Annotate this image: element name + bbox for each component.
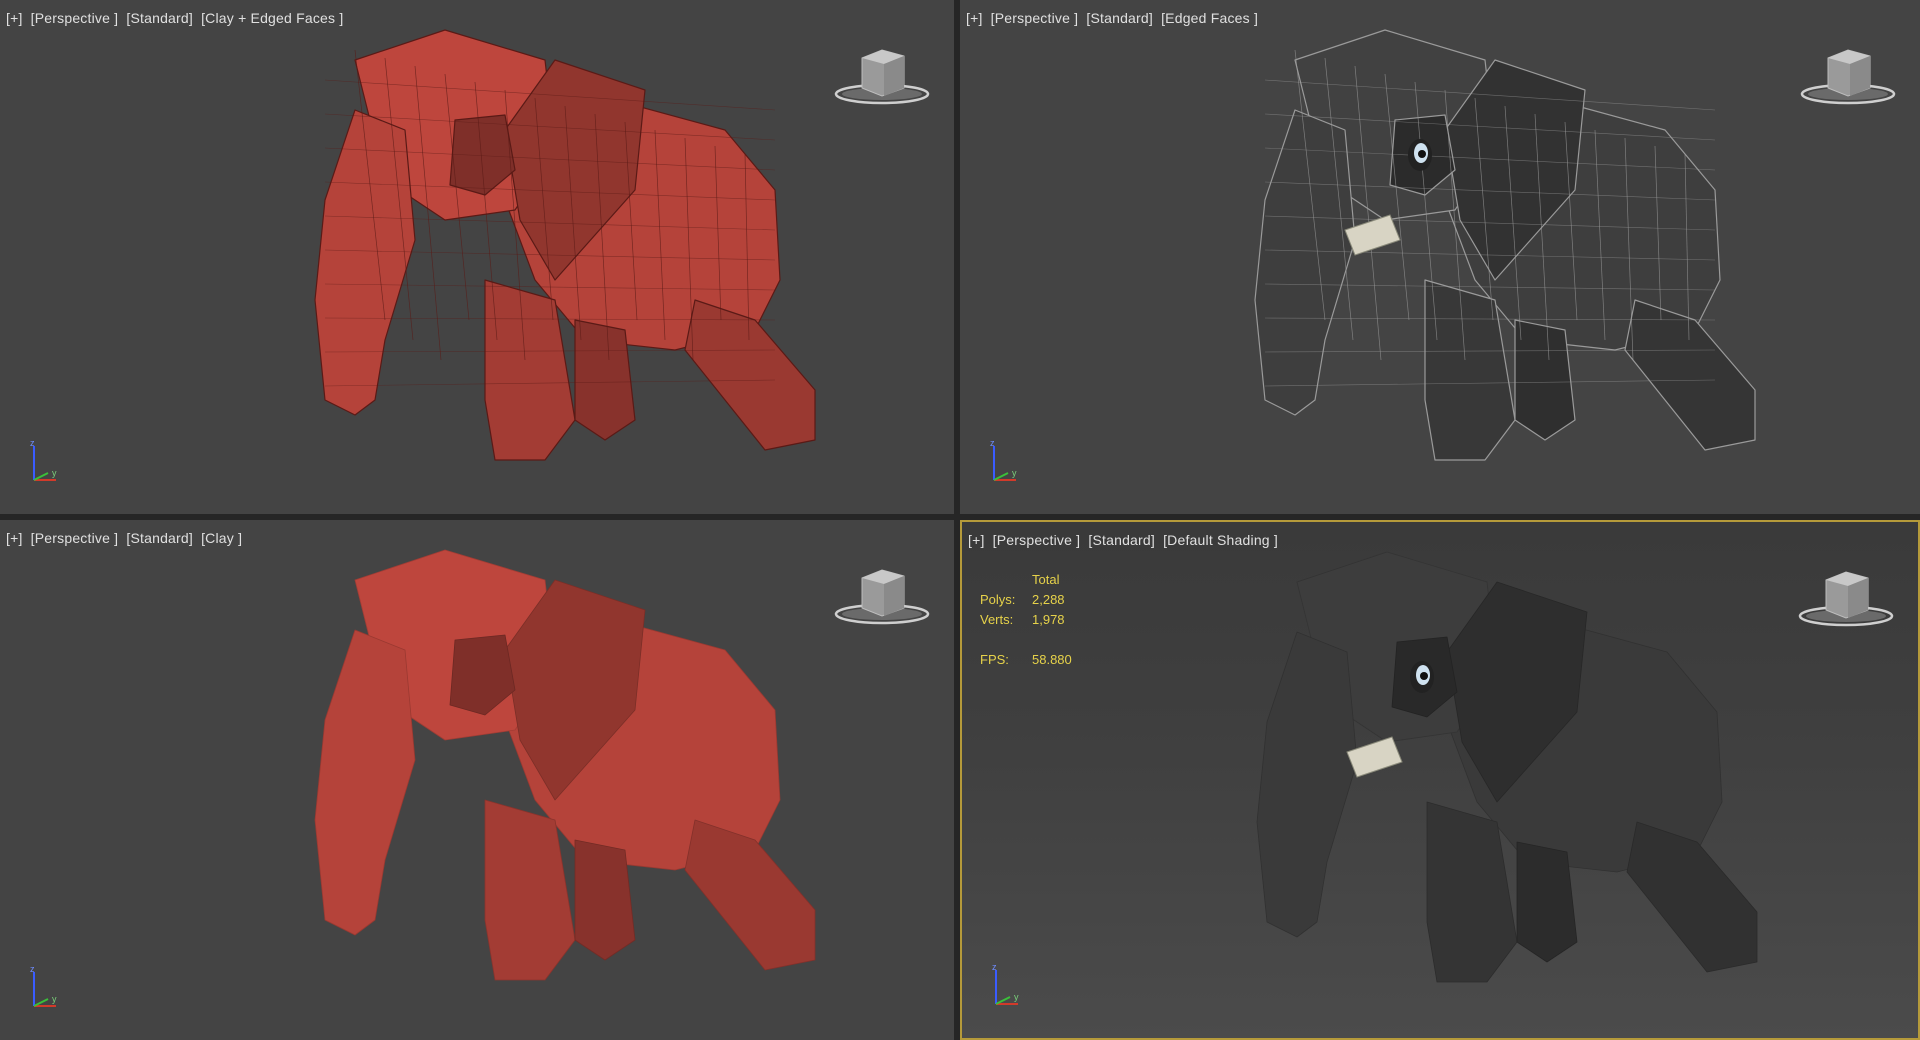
svg-text:y: y: [52, 468, 57, 478]
svg-text:y: y: [1012, 468, 1017, 478]
elephant-back-leg: [1626, 821, 1758, 973]
viewcube-icon[interactable]: [1796, 566, 1896, 636]
viewcube-icon[interactable]: [1798, 44, 1898, 114]
svg-text:z: z: [992, 964, 997, 972]
elephant-trunk: [314, 629, 416, 936]
elephant-model[interactable]: [960, 0, 1920, 514]
svg-text:z: z: [30, 440, 35, 448]
axis-tripod-icon: zy: [990, 440, 1017, 481]
axis-tripod-icon: zy: [30, 966, 57, 1007]
elephant-model[interactable]: [962, 522, 1918, 1038]
elephant-model[interactable]: [0, 520, 954, 1040]
elephant-front-leg-2: [1516, 841, 1578, 963]
elephant-back-leg: [1624, 299, 1756, 451]
svg-text:z: z: [990, 440, 995, 448]
viewport-bottom-right[interactable]: [+] [Perspective ] [Standard] [Default S…: [960, 520, 1920, 1040]
svg-text:z: z: [30, 966, 35, 974]
elephant-back-leg: [684, 299, 816, 451]
svg-text:y: y: [1014, 992, 1019, 1002]
viewcube-icon[interactable]: [832, 44, 932, 114]
elephant-front-leg-2: [1514, 319, 1576, 441]
axis-tripod-icon: zy: [992, 964, 1019, 1005]
elephant-front-leg-2: [574, 839, 636, 961]
elephant-front-leg-2: [574, 319, 636, 441]
svg-text:y: y: [52, 994, 57, 1004]
axis-tripod-icon: zy: [30, 440, 57, 481]
elephant-back-leg: [684, 819, 816, 971]
viewport-top-right[interactable]: [+] [Perspective ] [Standard] [Edged Fac…: [960, 0, 1920, 514]
elephant-trunk: [314, 109, 416, 416]
elephant-trunk: [1256, 631, 1358, 938]
elephant-model[interactable]: [0, 0, 954, 514]
elephant-trunk: [1254, 109, 1356, 416]
viewport-top-left[interactable]: [+] [Perspective ] [Standard] [Clay + Ed…: [0, 0, 954, 514]
viewport-grid: [+] [Perspective ] [Standard] [Clay + Ed…: [0, 0, 1920, 1040]
viewport-bottom-left[interactable]: [+] [Perspective ] [Standard] [Clay ] zy: [0, 520, 954, 1040]
viewcube-icon[interactable]: [832, 564, 932, 634]
